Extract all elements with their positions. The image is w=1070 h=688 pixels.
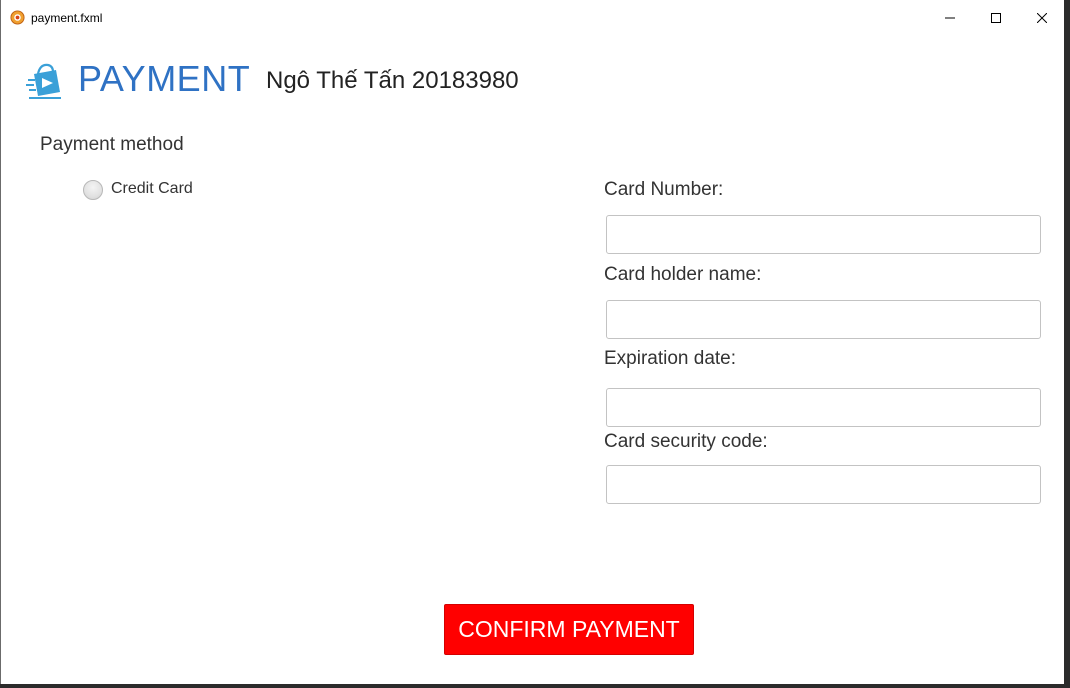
payment-method-label: Payment method: [40, 134, 184, 155]
close-icon: [1037, 13, 1047, 23]
maximize-icon: [991, 13, 1001, 23]
window-border-right: [1064, 0, 1070, 688]
card-security-code-label: Card security code:: [604, 431, 768, 452]
minimize-button[interactable]: [927, 0, 973, 36]
card-number-input[interactable]: [606, 215, 1041, 254]
author-label: Ngô Thế Tấn 20183980: [266, 67, 519, 94]
window-border-left: [0, 0, 1, 688]
confirm-payment-button[interactable]: CONFIRM PAYMENT: [444, 604, 694, 655]
maximize-button[interactable]: [973, 0, 1019, 36]
shopping-bag-arrow-icon: [26, 63, 61, 99]
window-border-bottom: [0, 684, 1070, 688]
card-holder-name-input[interactable]: [606, 300, 1041, 339]
title-bar: payment.fxml: [1, 0, 1064, 36]
page-title: PAYMENT: [78, 58, 251, 99]
credit-card-radio-label[interactable]: Credit Card: [111, 180, 193, 198]
card-number-label: Card Number:: [604, 179, 724, 200]
minimize-icon: [945, 17, 955, 19]
expiration-date-label: Expiration date:: [604, 348, 737, 369]
card-holder-name-label: Card holder name:: [604, 264, 762, 285]
expiration-date-input[interactable]: [606, 388, 1041, 427]
payment-window: payment.fxml PAYMENT Ngô Thế Tấn 2018398…: [0, 0, 1070, 688]
card-security-code-input[interactable]: [606, 465, 1041, 504]
credit-card-radio[interactable]: [83, 180, 103, 200]
app-icon: [10, 10, 25, 25]
close-button[interactable]: [1019, 0, 1065, 36]
window-title: payment.fxml: [31, 11, 103, 25]
